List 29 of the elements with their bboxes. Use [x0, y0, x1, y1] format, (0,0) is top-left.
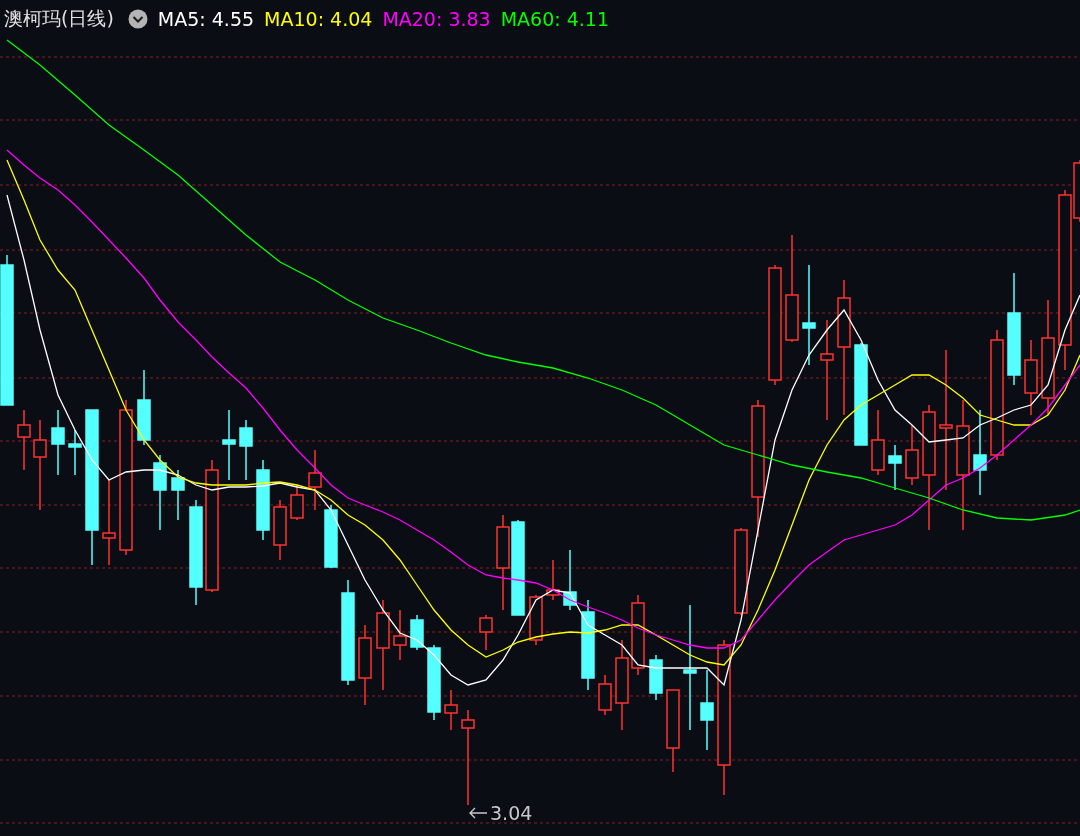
low-price-label: 3.04: [490, 802, 533, 824]
candlestick: [598, 674, 612, 716]
candlestick: [17, 409, 31, 471]
arrow-left-icon: [468, 807, 488, 819]
candlestick: [546, 559, 560, 601]
candlestick: [444, 689, 458, 731]
candlestick: [888, 444, 902, 491]
candlestick: [324, 504, 338, 569]
chevron-down-icon[interactable]: [127, 9, 148, 29]
candlestick: [171, 469, 185, 521]
candlestick: [273, 499, 287, 561]
candlestick: [905, 424, 919, 486]
candlestick: [563, 549, 577, 611]
indicator-value: MA10: 4.04: [264, 8, 373, 30]
indicator-value: MA5: 4.55: [157, 8, 255, 30]
candlestick: [410, 614, 424, 651]
candlestick: [649, 654, 663, 701]
candlestick: [239, 419, 253, 481]
candlestick: [393, 609, 407, 661]
candlestick: [308, 449, 322, 511]
candlestick: [51, 409, 65, 476]
candlestick: [529, 594, 543, 646]
candlestick: [871, 409, 885, 476]
candlestick: [479, 614, 493, 651]
indicator-value: MA20: 3.83: [382, 8, 491, 30]
chart-title: 澳柯玛(日线): [4, 6, 114, 31]
candlestick: [68, 429, 82, 476]
candlestick: [222, 409, 236, 481]
indicator-value: MA60: 4.11: [500, 8, 610, 30]
